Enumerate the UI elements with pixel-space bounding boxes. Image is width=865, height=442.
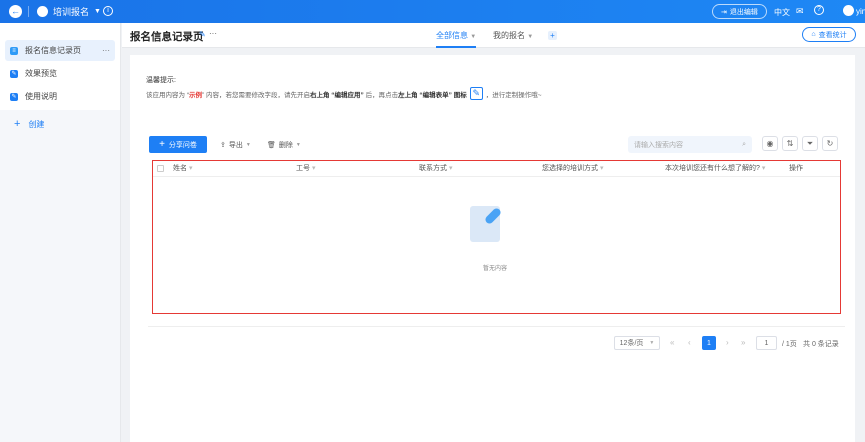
- exit-edit-label: 退出编辑: [729, 8, 758, 16]
- tip-bold: 右上角 “编辑应用”: [309, 91, 364, 99]
- column-training-method[interactable]: 您选择的培训方式 ▾: [542, 161, 603, 177]
- info-icon[interactable]: i: [103, 6, 113, 16]
- sort-button[interactable]: ⇅: [782, 136, 798, 151]
- view-stats-button[interactable]: ⌂ 查看统计: [802, 27, 856, 42]
- trash-icon: 🗑: [267, 142, 276, 149]
- tab-my-signup[interactable]: 我的报名 ▼: [493, 30, 533, 41]
- next-page-icon[interactable]: ›: [726, 338, 729, 347]
- search-placeholder: 请输入搜索内容: [634, 141, 683, 149]
- caret-down-icon: ▼: [94, 8, 101, 15]
- chart-icon: ⌂: [811, 31, 816, 38]
- delete-button[interactable]: 🗑 删除 ▼: [267, 140, 301, 150]
- top-bar: ← 培训报名 ▼ i ⇥ 退出编辑 中文 ✉ ? yin: [0, 0, 865, 23]
- add-tab-button[interactable]: +: [548, 31, 557, 40]
- share-survey-button[interactable]: + 分享问卷: [149, 136, 207, 153]
- user-name[interactable]: yin: [856, 7, 865, 16]
- sidebar-item-label: 使用说明: [25, 92, 57, 101]
- export-label: 导出: [228, 142, 243, 149]
- edit-icon[interactable]: ✎: [199, 30, 206, 39]
- column-label: 工号: [296, 165, 310, 172]
- search-icon: ⌕: [742, 140, 746, 148]
- hide-fields-button[interactable]: ◉: [762, 136, 778, 151]
- content-card: 温馨提示: 该应用内容为 “示例” 内容，若您需要修改字段，请先开启 右上角 “编…: [130, 55, 855, 442]
- tip-part: 后，再点击: [363, 91, 399, 99]
- create-label: 创建: [28, 119, 45, 129]
- tip-highlight: 示例: [188, 91, 202, 99]
- back-button[interactable]: ←: [9, 5, 22, 18]
- column-question[interactable]: 本次培训您还有什么想了解的? ▾: [665, 161, 765, 177]
- tab-all-info[interactable]: 全部信息 ▼: [436, 30, 477, 48]
- select-all-checkbox[interactable]: [157, 165, 164, 172]
- help-icon[interactable]: ?: [814, 5, 824, 15]
- exit-icon: ⇥: [721, 8, 727, 16]
- empty-text: 暂无内容: [483, 266, 508, 272]
- total-pages: / 1页: [782, 341, 797, 348]
- upload-icon: ⇪: [220, 142, 226, 149]
- sidebar: ≡ 报名信息记录页 ··· ✎ 效果预览 ✎ 使用说明 + 创建: [0, 23, 121, 442]
- language-switch[interactable]: 中文: [774, 7, 790, 18]
- column-label: 本次培训您还有什么想了解的?: [665, 165, 760, 172]
- column-actions: 操作: [789, 165, 803, 172]
- tip-title: 温馨提示:: [146, 77, 176, 84]
- prev-page-icon[interactable]: ‹: [688, 338, 691, 347]
- page-size-label: 12条/页: [619, 340, 644, 347]
- app-name: 培训报名: [53, 7, 90, 17]
- refresh-button[interactable]: ↻: [822, 136, 838, 151]
- edit-doc-icon: ✎: [10, 69, 18, 78]
- more-icon[interactable]: ···: [102, 46, 110, 55]
- page-1-button[interactable]: 1: [702, 336, 716, 350]
- exit-edit-button[interactable]: ⇥ 退出编辑: [712, 4, 767, 19]
- tip-part: ，进行定制操作哦~: [485, 91, 542, 99]
- tab-label: 全部信息: [436, 31, 468, 40]
- column-name[interactable]: 姓名 ▾: [173, 161, 192, 177]
- create-button[interactable]: + 创建: [0, 110, 120, 130]
- column-label: 您选择的培训方式: [542, 165, 598, 172]
- stats-label: 查看统计: [818, 31, 847, 39]
- sidebar-item-label: 效果预览: [25, 69, 57, 78]
- share-label: 分享问卷: [168, 141, 197, 149]
- export-button[interactable]: ⇪ 导出 ▼: [220, 140, 251, 150]
- plus-icon: +: [159, 139, 165, 150]
- app-switcher[interactable]: 培训报名 ▼: [37, 5, 101, 18]
- sidebar-item-preview[interactable]: ✎ 效果预览: [5, 63, 115, 84]
- tip-bold: 左上角 “编辑表单” 图标: [398, 91, 467, 99]
- column-employee-id[interactable]: 工号 ▾: [296, 161, 315, 177]
- data-table: 姓名 ▾ 工号 ▾ 联系方式 ▾ 您选择的培训方式 ▾ 本次培训您还有什么想了解…: [152, 160, 841, 314]
- app-icon: [37, 6, 48, 17]
- avatar[interactable]: [843, 5, 854, 16]
- form-icon: ≡: [10, 46, 18, 55]
- empty-illustration-icon: [470, 206, 503, 242]
- total-records: 共 0 条记录: [803, 341, 839, 348]
- edit-doc-icon: ✎: [10, 92, 18, 101]
- page-jump-input[interactable]: 1: [756, 336, 777, 350]
- plus-icon: +: [14, 118, 21, 130]
- column-label: 联系方式: [419, 165, 447, 172]
- tip-part: 该应用内容为 “: [146, 91, 189, 99]
- column-contact[interactable]: 联系方式 ▾: [419, 161, 452, 177]
- last-page-icon[interactable]: »: [741, 338, 745, 347]
- mail-icon[interactable]: ✉: [796, 6, 804, 17]
- search-input[interactable]: 请输入搜索内容 ⌕: [628, 136, 752, 153]
- table-header: 姓名 ▾ 工号 ▾ 联系方式 ▾ 您选择的培训方式 ▾ 本次培训您还有什么想了解…: [153, 161, 840, 177]
- tab-label: 我的报名: [493, 31, 525, 40]
- page-title: 报名信息记录页: [130, 31, 204, 43]
- sidebar-item-label: 报名信息记录页: [25, 46, 81, 55]
- sidebar-item-guide[interactable]: ✎ 使用说明: [5, 86, 115, 107]
- more-icon[interactable]: ···: [209, 29, 217, 38]
- column-label: 姓名: [173, 165, 187, 172]
- tip-text: 该应用内容为 “示例” 内容，若您需要修改字段，请先开启 右上角 “编辑应用” 后…: [146, 87, 542, 100]
- filter-button[interactable]: ⏷: [802, 136, 818, 151]
- page-header: 报名信息记录页 ✎ ··· 全部信息 ▼ 我的报名 ▼ + ⌂ 查看统计: [122, 23, 865, 48]
- tip-part: ” 内容，若您需要修改字段，请先开启: [201, 91, 310, 99]
- sidebar-item-record-page[interactable]: ≡ 报名信息记录页 ···: [5, 40, 115, 61]
- edit-form-icon: ✎: [469, 87, 483, 100]
- delete-label: 删除: [278, 142, 293, 149]
- first-page-icon[interactable]: «: [670, 338, 674, 347]
- page-size-select[interactable]: 12条/页 ▼: [614, 336, 660, 350]
